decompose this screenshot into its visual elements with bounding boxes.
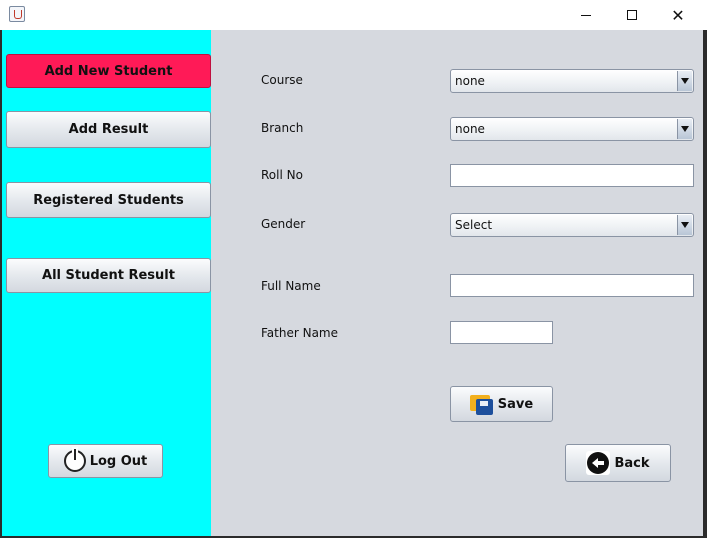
gender-select[interactable]: Select [450, 213, 694, 237]
title-bar: ✕ [0, 0, 707, 30]
minimize-icon [581, 14, 591, 16]
maximize-icon [627, 10, 637, 20]
branch-label: Branch [261, 121, 304, 135]
roll-no-label: Roll No [261, 168, 303, 182]
sidebar-item-add-result[interactable]: Add Result [6, 111, 211, 148]
sidebar-item-registered-students[interactable]: Registered Students [6, 182, 211, 218]
save-icon [469, 393, 494, 415]
sidebar-item-add-new-student[interactable]: Add New Student [6, 54, 211, 88]
chevron-down-icon [677, 71, 692, 91]
roll-no-field[interactable] [450, 164, 694, 187]
app-window: ✕ Add New Student Add Result Registered … [0, 0, 707, 538]
full-name-field[interactable] [450, 274, 694, 297]
course-select[interactable]: none [450, 69, 694, 93]
full-name-label: Full Name [261, 279, 321, 293]
branch-select-value: none [455, 122, 485, 136]
back-button[interactable]: Back [565, 444, 671, 482]
sidebar-item-all-student-result[interactable]: All Student Result [6, 258, 211, 293]
gender-select-value: Select [455, 218, 493, 232]
add-student-form: Course none Branch none Roll No Gender S… [211, 30, 703, 536]
course-label: Course [261, 73, 303, 87]
save-button[interactable]: Save [450, 386, 553, 422]
maximize-button[interactable] [609, 0, 655, 30]
sidebar-item-label: Add New Student [44, 63, 173, 79]
course-select-value: none [455, 74, 485, 88]
back-label: Back [614, 455, 650, 471]
father-name-field[interactable] [450, 321, 553, 344]
window-frame-right [703, 30, 707, 538]
father-name-label: Father Name [261, 326, 338, 340]
sidebar-item-label: All Student Result [42, 268, 175, 283]
sidebar-item-label: Registered Students [33, 192, 184, 208]
close-icon: ✕ [671, 5, 685, 25]
java-app-icon [9, 6, 25, 22]
back-arrow-icon [586, 451, 611, 475]
minimize-button[interactable] [563, 0, 609, 30]
chevron-down-icon [677, 215, 692, 235]
gender-label: Gender [261, 217, 306, 231]
logout-button[interactable]: Log Out [48, 444, 163, 478]
power-icon [63, 449, 86, 472]
close-button[interactable]: ✕ [655, 0, 701, 30]
sidebar: Add New Student Add Result Registered St… [2, 30, 211, 536]
chevron-down-icon [677, 119, 692, 139]
logout-label: Log Out [89, 453, 148, 469]
save-label: Save [497, 396, 534, 412]
sidebar-item-label: Add Result [68, 122, 149, 137]
branch-select[interactable]: none [450, 117, 694, 141]
